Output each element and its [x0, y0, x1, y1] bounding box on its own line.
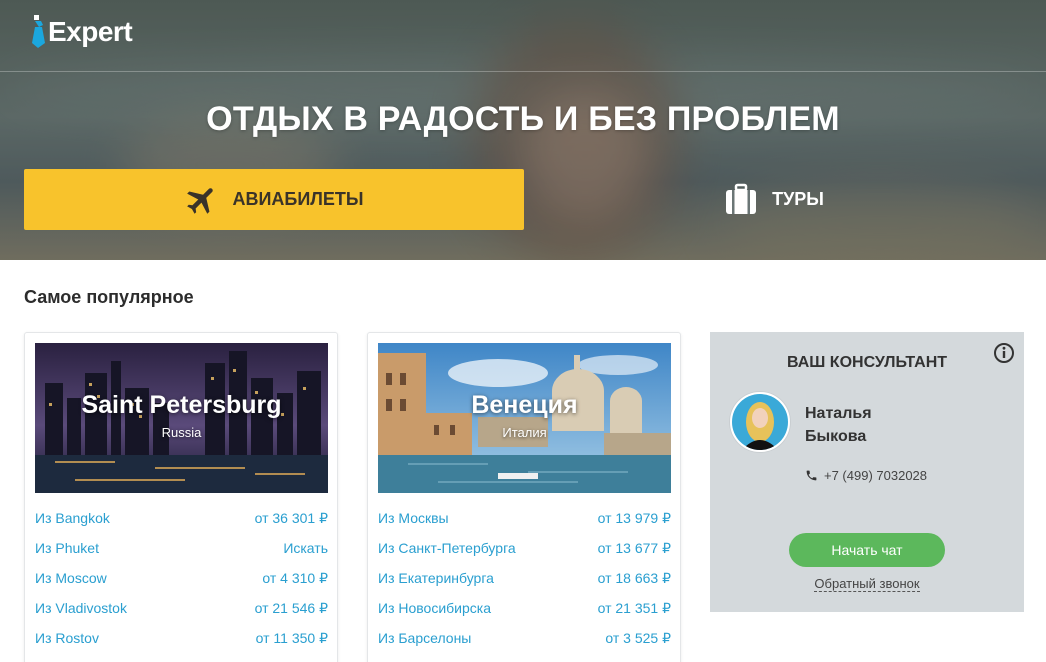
destination-card-saint-petersburg: Saint Petersburg Russia Из Bangkok от 36… — [24, 332, 338, 662]
destination-city: Saint Petersburg — [81, 391, 282, 419]
route-item[interactable]: Из Екатеринбурга от 18 663 ₽ — [378, 563, 671, 593]
logo-text: Expert — [48, 16, 133, 47]
route-origin: Из Новосибирска — [378, 600, 491, 616]
consultant-first-name: Наталья — [805, 405, 872, 422]
route-item[interactable]: Из Новосибирска от 21 351 ₽ — [378, 593, 671, 623]
route-item[interactable]: Из Moscow от 4 310 ₽ — [35, 563, 328, 593]
destination-country: Russia — [161, 425, 202, 440]
route-price: от 13 979 ₽ — [597, 509, 671, 526]
route-price: от 21 351 ₽ — [597, 599, 671, 616]
route-item[interactable]: Из Москвы от 13 979 ₽ — [378, 503, 671, 533]
phone-icon — [805, 469, 818, 482]
route-origin: Из Екатеринбурга — [378, 570, 494, 586]
section-title: Самое популярное — [24, 287, 194, 307]
route-price: от 18 663 ₽ — [597, 569, 671, 586]
route-origin: Из Санкт-Петербурга — [378, 540, 516, 556]
route-item[interactable]: Из Барселоны от 3 525 ₽ — [378, 623, 671, 653]
destination-card-venice: Венеция Италия Из Москвы от 13 979 ₽ Из … — [367, 332, 681, 662]
route-origin: Из Bangkok — [35, 510, 110, 526]
airplane-icon — [184, 182, 220, 218]
callback-container: Обратный звонок — [710, 576, 1024, 592]
route-price: от 3 525 ₽ — [605, 629, 671, 646]
destination-image[interactable]: Saint Petersburg Russia — [35, 343, 328, 493]
hero-title: ОТДЫХ В РАДОСТЬ И БЕЗ ПРОБЛЕМ — [206, 100, 840, 138]
route-price: от 21 546 ₽ — [254, 599, 328, 616]
consultant-panel: ВАШ КОНСУЛЬТАНТ Наталья Быкова +7 (499) … — [710, 332, 1024, 612]
tab-tours-label: ТУРЫ — [772, 189, 824, 209]
consultant-title: ВАШ КОНСУЛЬТАНТ — [786, 354, 948, 371]
destination-image[interactable]: Венеция Италия — [378, 343, 671, 493]
top-bar: Expert — [0, 0, 1046, 72]
route-price: Искать — [283, 540, 328, 556]
hero-banner: Expert ОТДЫХ В РАДОСТЬ И БЕЗ ПРОБЛЕМ АВИ… — [0, 0, 1046, 260]
route-price: от 36 301 ₽ — [254, 509, 328, 526]
info-icon[interactable] — [993, 342, 1015, 364]
route-item[interactable]: Из Bangkok от 36 301 ₽ — [35, 503, 328, 533]
tab-flights-label: АВИАБИЛЕТЫ — [232, 189, 364, 209]
consultant-phone[interactable]: +7 (499) 7032028 — [805, 468, 927, 483]
route-origin: Из Барселоны — [378, 630, 472, 646]
consultant-last-name: Быкова — [805, 428, 867, 445]
route-origin: Из Phuket — [35, 540, 99, 556]
route-price: от 13 677 ₽ — [597, 539, 671, 556]
phone-number: +7 (499) 7032028 — [824, 468, 928, 483]
route-origin: Из Vladivostok — [35, 600, 127, 616]
tab-flights[interactable]: АВИАБИЛЕТЫ — [24, 169, 524, 230]
avatar — [730, 392, 790, 452]
start-chat-button[interactable]: Начать чат — [789, 533, 945, 567]
destination-city: Венеция — [471, 391, 578, 419]
route-list: Из Bangkok от 36 301 ₽ Из Phuket Искать … — [35, 503, 328, 653]
tie-logo-icon — [30, 15, 46, 49]
route-origin: Из Москвы — [378, 510, 449, 526]
route-item[interactable]: Из Vladivostok от 21 546 ₽ — [35, 593, 328, 623]
route-origin: Из Moscow — [35, 570, 107, 586]
destination-country: Италия — [502, 425, 547, 440]
logo[interactable]: Expert — [30, 14, 133, 50]
consultant-name: Наталья Быкова — [805, 402, 872, 448]
route-list: Из Москвы от 13 979 ₽ Из Санкт-Петербург… — [378, 503, 671, 653]
route-item[interactable]: Из Санкт-Петербурга от 13 677 ₽ — [378, 533, 671, 563]
tab-tours[interactable]: ТУРЫ — [524, 169, 1024, 230]
route-price: от 4 310 ₽ — [262, 569, 328, 586]
route-item[interactable]: Из Rostov от 11 350 ₽ — [35, 623, 328, 653]
route-price: от 11 350 ₽ — [255, 629, 328, 646]
suitcase-icon — [724, 183, 758, 217]
callback-link[interactable]: Обратный звонок — [814, 576, 920, 592]
route-origin: Из Rostov — [35, 630, 99, 646]
route-item[interactable]: Из Phuket Искать — [35, 533, 328, 563]
